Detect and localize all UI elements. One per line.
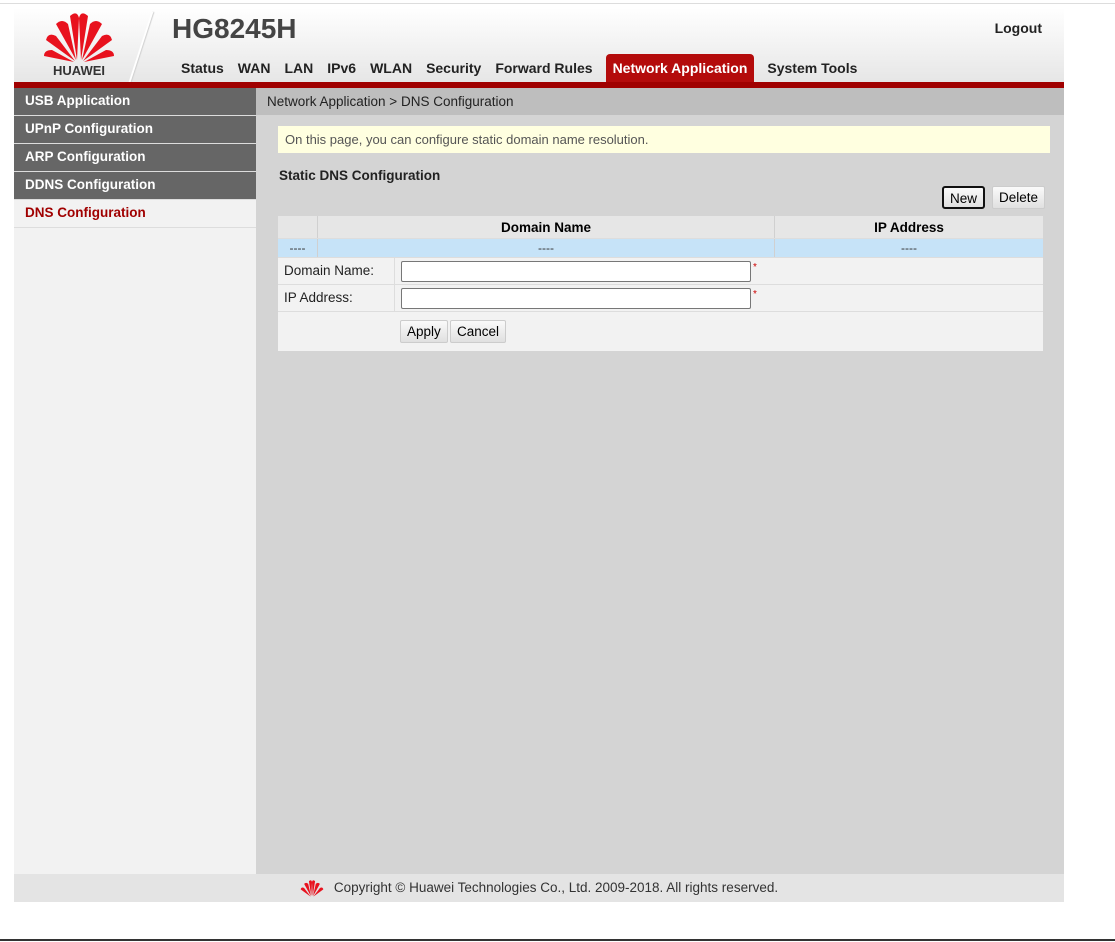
footer: Copyright © Huawei Technologies Co., Ltd… xyxy=(14,874,1064,902)
section-title: Static DNS Configuration xyxy=(279,168,441,183)
table-row[interactable]: ---- ---- ---- xyxy=(278,239,1043,258)
page: HUAWEI HG8245H Logout Status WAN LAN IPv… xyxy=(14,8,1064,902)
cell-ip-address: ---- xyxy=(901,241,917,255)
required-mark: * xyxy=(753,289,757,300)
huawei-logo-icon xyxy=(300,880,324,898)
page-tip: On this page, you can configure static d… xyxy=(278,126,1050,153)
cell-domain-name: ---- xyxy=(318,239,775,257)
sidebar-item-arp-configuration[interactable]: ARP Configuration xyxy=(14,144,256,172)
nav-tab-ipv6[interactable]: IPv6 xyxy=(320,54,363,82)
sidebar: USB Application UPnP Configuration ARP C… xyxy=(14,88,256,874)
table-header: Domain Name IP Address xyxy=(278,216,1043,239)
top-border xyxy=(0,3,1115,4)
domain-name-input[interactable] xyxy=(401,260,751,282)
nav-tab-security[interactable]: Security xyxy=(419,54,488,82)
new-button[interactable]: New xyxy=(942,186,986,209)
logout-link[interactable]: Logout xyxy=(995,20,1042,36)
nav-tab-system-tools[interactable]: System Tools xyxy=(760,54,864,82)
main-nav: Status WAN LAN IPv6 WLAN Security Forwar… xyxy=(174,54,864,82)
header-ip-address: IP Address xyxy=(874,220,944,235)
cell-select: ---- xyxy=(278,239,318,257)
header-divider xyxy=(128,12,154,82)
huawei-logo: HUAWEI xyxy=(42,10,116,78)
nav-tab-forward-rules[interactable]: Forward Rules xyxy=(488,54,599,82)
ip-address-label: IP Address: xyxy=(278,285,395,311)
brand-text: HUAWEI xyxy=(53,63,105,78)
domain-name-label: Domain Name: xyxy=(278,258,395,284)
nav-tab-lan[interactable]: LAN xyxy=(277,54,320,82)
copyright-text: Copyright © Huawei Technologies Co., Ltd… xyxy=(333,880,779,895)
delete-button[interactable]: Delete xyxy=(992,186,1046,209)
content: Network Application > DNS Configuration … xyxy=(256,88,1064,874)
required-mark: * xyxy=(753,262,757,273)
nav-tab-network-application[interactable]: Network Application xyxy=(605,54,755,82)
device-model: HG8245H xyxy=(172,13,297,44)
ip-address-row: IP Address: * xyxy=(278,285,1043,312)
header-select xyxy=(278,216,318,238)
ip-address-input[interactable] xyxy=(401,287,751,309)
nav-tab-status[interactable]: Status xyxy=(174,54,231,82)
dns-table: Domain Name IP Address ---- ---- ---- Do… xyxy=(278,216,1043,351)
nav-tab-wan[interactable]: WAN xyxy=(231,54,278,82)
bottom-border xyxy=(0,939,1115,941)
header: HUAWEI HG8245H Logout Status WAN LAN IPv… xyxy=(14,8,1064,82)
sidebar-item-usb-application[interactable]: USB Application xyxy=(14,88,256,116)
sidebar-item-dns-configuration[interactable]: DNS Configuration xyxy=(14,200,256,228)
domain-name-row: Domain Name: * xyxy=(278,258,1043,285)
form-buttons: Apply Cancel xyxy=(278,312,1043,351)
apply-button[interactable]: Apply xyxy=(400,320,448,343)
header-domain-name: Domain Name xyxy=(318,216,775,238)
huawei-flower-icon xyxy=(44,13,114,62)
sidebar-item-upnp-configuration[interactable]: UPnP Configuration xyxy=(14,116,256,144)
cancel-button[interactable]: Cancel xyxy=(450,320,507,343)
sidebar-item-ddns-configuration[interactable]: DDNS Configuration xyxy=(14,172,256,200)
nav-tab-wlan[interactable]: WLAN xyxy=(363,54,419,82)
breadcrumb: Network Application > DNS Configuration xyxy=(256,88,1064,115)
